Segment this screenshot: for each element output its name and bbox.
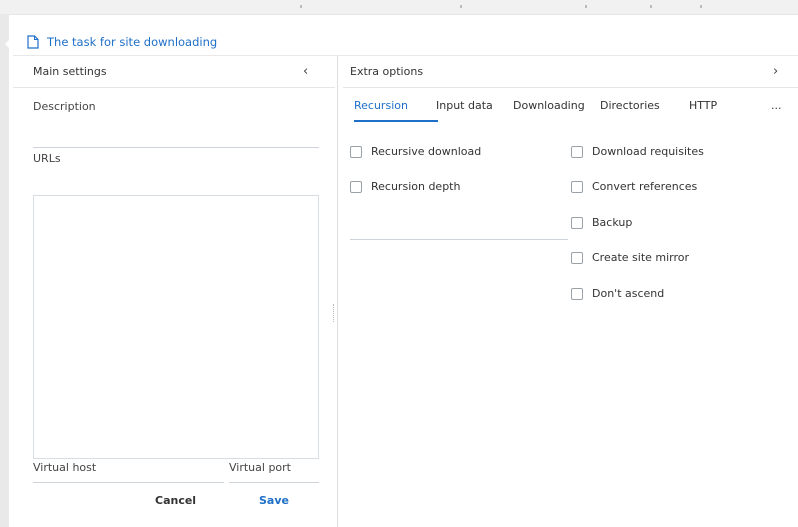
main-settings-panel: Main settings ‹ Description URLs Virtual… bbox=[13, 56, 335, 527]
tab-http[interactable]: HTTP bbox=[689, 99, 717, 112]
recursion-depth-input[interactable] bbox=[350, 239, 568, 240]
background-tick bbox=[650, 5, 652, 8]
virtual-host-input[interactable] bbox=[33, 482, 224, 483]
collapse-left-icon[interactable]: ‹ bbox=[303, 64, 308, 79]
option-create-site-mirror[interactable]: Create site mirror bbox=[571, 251, 689, 264]
description-label: Description bbox=[33, 100, 96, 113]
tabs-more[interactable]: ... bbox=[771, 99, 782, 112]
option-dont-ascend[interactable]: Don't ascend bbox=[571, 287, 664, 300]
window-pointer-notch bbox=[5, 38, 11, 50]
expand-right-icon[interactable]: › bbox=[773, 64, 778, 79]
tab-directories[interactable]: Directories bbox=[600, 99, 660, 112]
option-download-requisites[interactable]: Download requisites bbox=[571, 145, 704, 158]
background-tick bbox=[460, 5, 462, 8]
main-settings-header: Main settings ‹ bbox=[13, 56, 335, 88]
checkbox[interactable] bbox=[571, 251, 583, 264]
task-window: The task for site downloading Main setti… bbox=[13, 28, 798, 527]
tab-input-data[interactable]: Input data bbox=[436, 99, 493, 112]
option-backup[interactable]: Backup bbox=[571, 216, 632, 229]
options-tabs: Recursion Input data Downloading Directo… bbox=[343, 88, 798, 124]
virtual-host-label: Virtual host bbox=[33, 461, 97, 474]
option-label: Create site mirror bbox=[592, 251, 690, 264]
extra-options-title: Extra options bbox=[350, 65, 424, 78]
panel-divider[interactable] bbox=[337, 56, 338, 527]
background-sidebar-edge bbox=[0, 14, 11, 527]
option-label: Recursive download bbox=[371, 145, 482, 158]
background-app-strip bbox=[0, 0, 798, 15]
tab-downloading[interactable]: Downloading bbox=[513, 99, 585, 112]
background-tick bbox=[700, 5, 702, 8]
checkbox[interactable] bbox=[350, 145, 362, 158]
active-tab-indicator bbox=[354, 120, 438, 122]
option-label: Convert references bbox=[592, 180, 698, 193]
option-label: Download requisites bbox=[592, 145, 704, 158]
virtual-port-label: Virtual port bbox=[229, 461, 291, 474]
option-label: Don't ascend bbox=[592, 287, 665, 300]
option-recursion-depth[interactable]: Recursion depth bbox=[350, 180, 460, 193]
checkbox[interactable] bbox=[571, 287, 583, 300]
option-convert-references[interactable]: Convert references bbox=[571, 180, 697, 193]
checkbox[interactable] bbox=[350, 180, 362, 193]
option-label: Backup bbox=[592, 216, 633, 229]
checkbox[interactable] bbox=[571, 145, 583, 158]
urls-textarea[interactable] bbox=[33, 195, 319, 459]
save-button[interactable]: Save bbox=[259, 494, 289, 507]
cancel-button[interactable]: Cancel bbox=[155, 494, 196, 507]
background-tick bbox=[300, 5, 302, 8]
checkbox[interactable] bbox=[571, 180, 583, 193]
window-title: The task for site downloading bbox=[47, 34, 218, 49]
checkbox[interactable] bbox=[571, 216, 583, 229]
document-icon bbox=[27, 34, 41, 49]
window-titlebar: The task for site downloading bbox=[13, 28, 798, 56]
tab-recursion[interactable]: Recursion bbox=[354, 99, 408, 112]
extra-options-panel: Extra options › Recursion Input data Dow… bbox=[343, 56, 798, 527]
virtual-port-input[interactable] bbox=[229, 482, 319, 483]
option-recursive-download[interactable]: Recursive download bbox=[350, 145, 481, 158]
urls-label: URLs bbox=[33, 152, 61, 165]
description-input[interactable] bbox=[33, 147, 319, 148]
resize-handle[interactable] bbox=[333, 304, 336, 322]
main-settings-title: Main settings bbox=[33, 65, 107, 78]
option-label: Recursion depth bbox=[371, 180, 461, 193]
background-tick bbox=[585, 5, 587, 8]
extra-options-header: Extra options › bbox=[343, 56, 798, 88]
